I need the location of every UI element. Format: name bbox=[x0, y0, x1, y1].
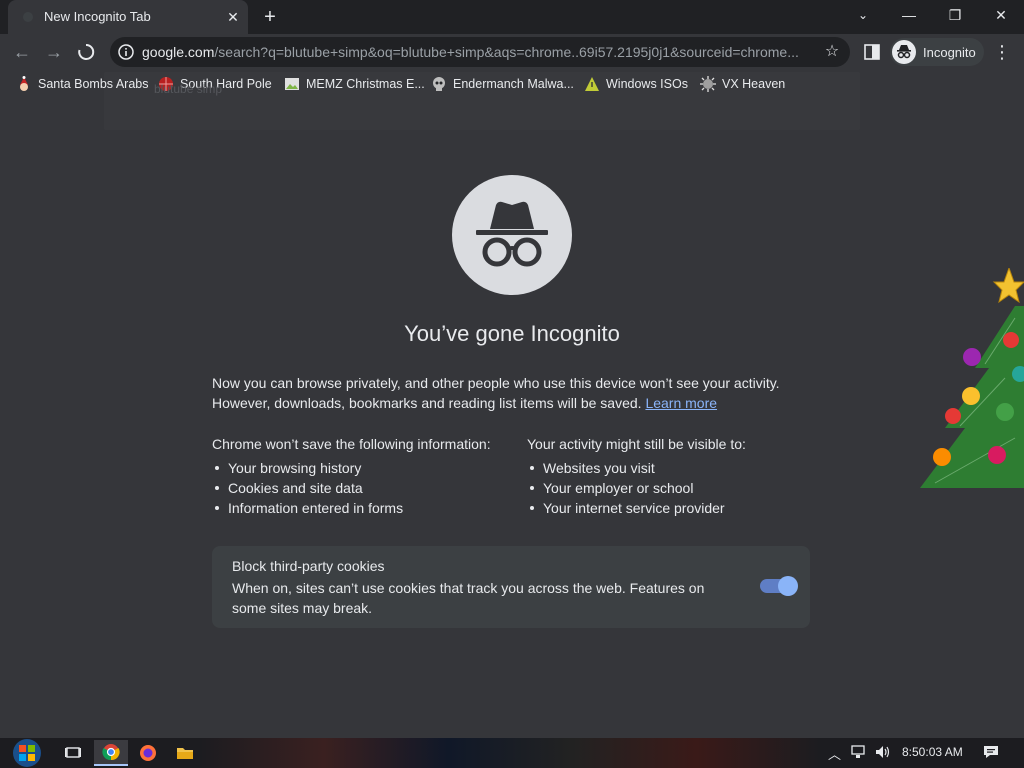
volume-icon[interactable] bbox=[874, 744, 892, 762]
learn-more-link[interactable]: Learn more bbox=[645, 395, 717, 411]
url-text[interactable]: google.com/search?q=blutube+simp&oq=blut… bbox=[142, 44, 812, 60]
bookmark-star-icon[interactable]: ☆ bbox=[822, 42, 842, 62]
address-bar[interactable]: google.com/search?q=blutube+simp&oq=blut… bbox=[110, 37, 850, 67]
notifications-icon[interactable] bbox=[982, 744, 1000, 762]
close-tab-icon[interactable]: ✕ bbox=[224, 8, 242, 26]
restore-button[interactable]: ❐ bbox=[932, 0, 978, 30]
close-window-button[interactable]: ✕ bbox=[978, 0, 1024, 30]
incognito-hero-icon bbox=[452, 175, 572, 295]
ghost-suggestion-text: blutube simp bbox=[154, 82, 223, 96]
side-panel-icon[interactable] bbox=[862, 42, 882, 62]
show-hidden-icons-chevron-icon[interactable]: ︿ bbox=[828, 744, 841, 762]
forward-button[interactable]: → bbox=[42, 40, 66, 64]
cookie-title: Block third-party cookies bbox=[232, 558, 385, 574]
intro-text: Now you can browse privately, and other … bbox=[212, 375, 780, 411]
minimize-button[interactable]: — bbox=[886, 0, 932, 30]
tab-title: New Incognito Tab bbox=[44, 9, 151, 24]
profile-label: Incognito bbox=[923, 45, 976, 60]
tab-search-icon[interactable]: ⌄ bbox=[840, 0, 886, 30]
network-icon[interactable] bbox=[850, 744, 868, 762]
file-explorer-taskbar-button[interactable] bbox=[168, 740, 202, 766]
taskbar-background bbox=[200, 738, 820, 768]
cookie-controls-card: Block third-party cookies When on, sites… bbox=[212, 546, 810, 628]
wont-save-section: Chrome won’t save the following informat… bbox=[212, 436, 512, 518]
christmas-tree-icon bbox=[920, 268, 1024, 488]
block-cookies-toggle[interactable] bbox=[760, 576, 798, 596]
info-icon[interactable] bbox=[118, 44, 134, 60]
toggle-knob bbox=[778, 576, 798, 596]
chrome-taskbar-button[interactable] bbox=[94, 740, 128, 766]
list-item: Cookies and site data bbox=[212, 478, 512, 498]
page-title: You’ve gone Incognito bbox=[404, 321, 620, 346]
new-tab-button[interactable]: + bbox=[258, 5, 282, 29]
firefox-taskbar-button[interactable] bbox=[131, 740, 165, 766]
incognito-favicon-icon bbox=[23, 12, 33, 22]
list-item: Your employer or school bbox=[527, 478, 827, 498]
still-visible-section: Your activity might still be visible to:… bbox=[527, 436, 827, 518]
task-view-button[interactable] bbox=[56, 740, 90, 766]
folder-icon bbox=[177, 748, 193, 759]
chrome-icon bbox=[102, 744, 120, 761]
loading-spinner-icon bbox=[78, 43, 95, 60]
start-button[interactable] bbox=[8, 738, 46, 768]
taskbar: ︿ 8:50:03 AM bbox=[0, 738, 1024, 768]
cookie-description: When on, sites can’t use cookies that tr… bbox=[232, 580, 705, 616]
taskbar-clock[interactable]: 8:50:03 AM bbox=[902, 745, 963, 759]
tab-new-incognito[interactable]: New Incognito Tab ✕ bbox=[8, 0, 248, 34]
incognito-page: You’ve gone Incognito Now you can browse… bbox=[0, 98, 1024, 738]
tab-strip: New Incognito Tab ✕ + ⌄ — ❐ ✕ bbox=[0, 0, 1024, 34]
list-item: Your internet service provider bbox=[527, 498, 827, 518]
firefox-icon bbox=[140, 745, 156, 761]
task-view-icon bbox=[65, 747, 81, 758]
wont-save-title: Chrome won’t save the following informat… bbox=[212, 436, 491, 452]
still-visible-title: Your activity might still be visible to: bbox=[527, 436, 746, 452]
list-item: Your browsing history bbox=[212, 458, 512, 478]
list-item: Websites you visit bbox=[527, 458, 827, 478]
incognito-profile-button[interactable]: Incognito bbox=[890, 38, 984, 66]
menu-icon[interactable]: ⋮ bbox=[992, 40, 1012, 64]
list-item: Information entered in forms bbox=[212, 498, 512, 518]
toolbar: ← → google.com/search?q=blutube+simp&oq=… bbox=[0, 34, 1024, 70]
incognito-avatar-icon bbox=[892, 40, 916, 64]
santa-icon bbox=[20, 76, 28, 91]
stop-loading-button[interactable] bbox=[74, 40, 98, 64]
back-button[interactable]: ← bbox=[10, 40, 34, 64]
